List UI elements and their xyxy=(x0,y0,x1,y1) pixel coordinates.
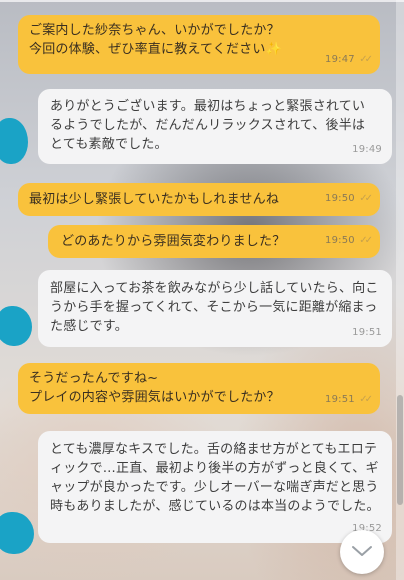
message-time: 19:47 xyxy=(325,54,355,65)
message-time: 19:50 xyxy=(325,235,355,246)
avatar-blob xyxy=(0,118,28,164)
scrollbar-thumb[interactable] xyxy=(397,395,403,505)
double-check-icon: ✓✓ xyxy=(359,235,373,246)
message-time: 19:49 xyxy=(352,144,382,155)
avatar-blob xyxy=(0,512,34,554)
message-time: 19:50 xyxy=(325,193,355,204)
message-meta: 19:49 xyxy=(352,140,382,159)
message-text: 最初は少し緊張していたかもしれませんね xyxy=(29,192,280,207)
message-time: 19:51 xyxy=(352,327,382,338)
message-meta: 19:50 ✓✓ xyxy=(325,231,373,250)
message-time: 19:51 xyxy=(325,394,355,405)
message-sent[interactable]: ご案内した紗奈ちゃん、いかがでしたか？ 今回の体験、ぜひ率直に教えてください✨ … xyxy=(18,15,380,74)
double-check-icon: ✓✓ xyxy=(359,54,373,65)
message-text: ご案内した紗奈ちゃん、いかがでしたか？ 今回の体験、ぜひ率直に教えてください✨ xyxy=(29,23,282,57)
chevron-down-icon xyxy=(351,543,373,562)
message-meta: 19:51 ✓✓ xyxy=(325,390,373,409)
scrollbar-track[interactable] xyxy=(396,0,404,580)
double-check-icon: ✓✓ xyxy=(359,394,373,405)
top-divider xyxy=(0,0,404,2)
message-text: 部屋に入ってお茶を飲みながら少し話していたら、向こうから手を握ってくれて、そこか… xyxy=(50,281,379,334)
message-text: ありがとうございます。最初はちょっと緊張されているようでしたが、だんだんリラック… xyxy=(50,99,366,152)
message-text: とても濃厚なキスでした。舌の絡ませ方がとてもエロティックで…正直、最初より後半の… xyxy=(50,442,380,514)
scroll-down-button[interactable] xyxy=(340,530,384,574)
message-text: どのあたりから雰囲気変わりました？ xyxy=(61,234,286,249)
chat-window[interactable]: ご案内した紗奈ちゃん、いかがでしたか？ 今回の体験、ぜひ率直に教えてください✨ … xyxy=(0,0,404,580)
message-received[interactable]: 部屋に入ってお茶を飲みながら少し話していたら、向こうから手を握ってくれて、そこか… xyxy=(38,270,392,347)
message-meta: 19:51 xyxy=(352,323,382,342)
message-sent[interactable]: 最初は少し緊張していたかもしれませんね 19:50 ✓✓ xyxy=(18,183,380,216)
message-received[interactable]: とても濃厚なキスでした。舌の絡ませ方がとてもエロティックで…正直、最初より後半の… xyxy=(38,431,392,543)
message-sent[interactable]: そうだったんですね~ プレイの内容や雰囲気はいかがでしたか？ 19:51 ✓✓ xyxy=(18,363,380,414)
message-received[interactable]: ありがとうございます。最初はちょっと緊張されているようでしたが、だんだんリラック… xyxy=(38,89,392,164)
message-sent[interactable]: どのあたりから雰囲気変わりました？ 19:50 ✓✓ xyxy=(48,225,380,258)
message-meta: 19:47 ✓✓ xyxy=(325,50,373,69)
avatar-blob xyxy=(0,306,32,346)
message-text: そうだったんですね~ プレイの内容や雰囲気はいかがでしたか？ xyxy=(29,371,280,405)
double-check-icon: ✓✓ xyxy=(359,193,373,204)
message-meta: 19:50 ✓✓ xyxy=(325,189,373,208)
